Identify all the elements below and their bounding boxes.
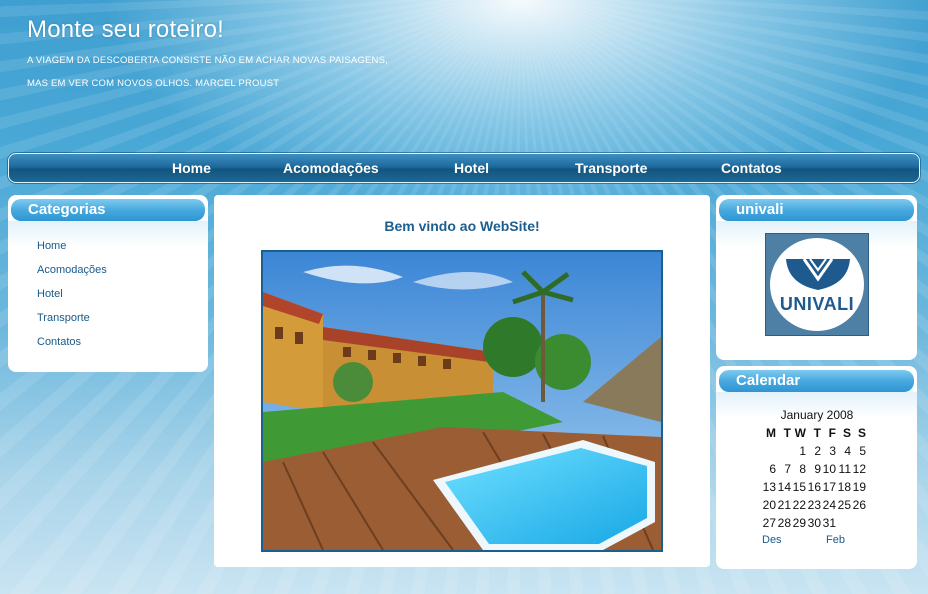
hotel-pool-image [263,252,661,550]
calendar-day: 17 [822,480,836,494]
calendar-day: 12 [852,462,866,476]
calendar-day: 7 [784,462,791,476]
calendar-day: 16 [807,480,821,494]
categories-panel: Categorias Home Acomodações Hotel Transp… [8,195,208,372]
site-title: Monte seu roteiro! [27,16,225,43]
calendar-week: 27 28 29 30 31 [761,514,866,532]
calendar-day: 24 [822,498,836,512]
calendar-day: 13 [762,480,776,494]
calendar-day: 10 [822,462,836,476]
calendar-grid: M T W T F S S 1 2 3 4 5 6 7 8 9 10 11 12… [761,424,866,532]
univali-emblem-icon [786,258,850,290]
calendar-day: 25 [837,498,851,512]
weekday-label: T [783,426,791,440]
calendar-day: 4 [844,444,851,458]
calendar-day: 30 [807,516,821,530]
calendar-week: 1 2 3 4 5 [761,442,866,460]
calendar-day: 26 [852,498,866,512]
calendar-day: 20 [762,498,776,512]
calendar-weekday-row: M T W T F S S [761,424,866,442]
main-content: Bem vindo ao WebSite! [214,195,710,567]
calendar-day: 21 [777,498,791,512]
category-link-transporte[interactable]: Transporte [37,312,90,324]
calendar-day: 9 [814,462,821,476]
calendar-day: 19 [852,480,866,494]
weekday-label: W [794,426,806,440]
calendar-day [836,514,851,532]
univali-logo[interactable]: UNIVALI [765,233,869,336]
calendar-prev-month-link[interactable]: Des [762,534,782,546]
category-link-contatos[interactable]: Contatos [37,336,81,348]
categories-title: Categorias [11,199,205,221]
calendar-day: 31 [822,516,836,530]
calendar-week: 13 14 15 16 17 18 19 [761,478,866,496]
calendar-day [851,514,866,532]
univali-title: univali [719,199,914,221]
main-nav: Home Acomodações Hotel Transporte Contat… [8,153,920,183]
calendar-day: 5 [859,444,866,458]
calendar-day: 18 [837,480,851,494]
category-link-hotel[interactable]: Hotel [37,288,63,300]
calendar-day: 11 [838,462,851,476]
weekday-label: M [766,426,776,440]
tagline-line-1: A VIAGEM DA DESCOBERTA CONSISTE NÃO EM A… [27,55,388,66]
calendar-title: Calendar [719,370,914,392]
calendar-day: 8 [799,462,806,476]
category-link-home[interactable]: Home [37,240,66,252]
tagline-line-2: MAS EM VER COM NOVOS OLHOS. MARCEL PROUS… [27,78,280,89]
weekday-label: T [813,426,821,440]
calendar-day: 1 [799,444,806,458]
calendar-day: 27 [762,516,776,530]
weekday-label: S [857,426,866,440]
calendar-day [776,442,791,460]
nav-transporte[interactable]: Transporte [575,160,647,176]
site-header: Monte seu roteiro! [27,16,224,44]
calendar-day: 15 [792,480,806,494]
calendar-day: 29 [792,516,806,530]
calendar-day: 23 [807,498,821,512]
hotel-pool-photo [261,250,663,552]
calendar-day: 6 [769,462,776,476]
calendar-day: 22 [792,498,806,512]
calendar-week: 6 7 8 9 10 11 12 [761,460,866,478]
univali-logo-text: UNIVALI [779,294,855,314]
category-link-acomodacoes[interactable]: Acomodações [37,264,107,276]
calendar-day: 3 [829,444,836,458]
welcome-heading: Bem vindo ao WebSite! [384,218,540,234]
nav-contatos[interactable]: Contatos [721,160,782,176]
weekday-label: F [828,426,836,440]
calendar-day: 28 [777,516,791,530]
calendar-day [761,442,776,460]
calendar-next-month-link[interactable]: Feb [826,534,845,546]
nav-home[interactable]: Home [172,160,211,176]
nav-acomodacoes[interactable]: Acomodações [283,160,379,176]
calendar-week: 20 21 22 23 24 25 26 [761,496,866,514]
calendar-day: 14 [777,480,791,494]
nav-hotel[interactable]: Hotel [454,160,489,176]
calendar-month: January 2008 [780,408,854,422]
weekday-label: S [842,426,851,440]
univali-panel: univali UNIVALI [716,195,917,360]
calendar-day: 2 [814,444,821,458]
